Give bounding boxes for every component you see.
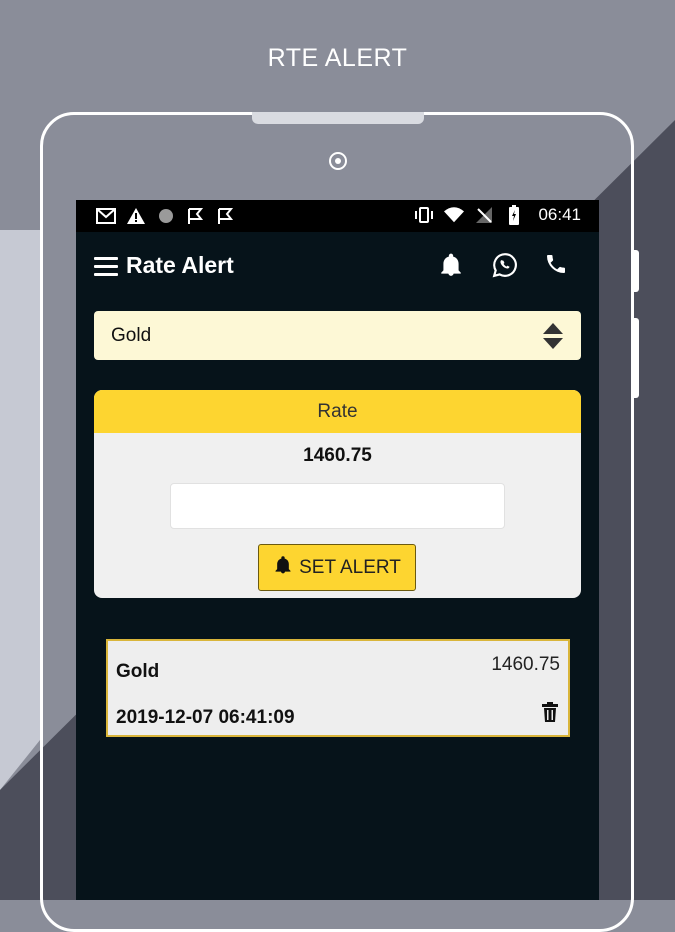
commodity-select-value: Gold: [111, 325, 152, 346]
warning-icon: [126, 206, 146, 226]
circle-icon: [156, 206, 176, 226]
app-screen: 06:41 Rate Alert Gold Rate 1460.75 SET A…: [76, 200, 599, 900]
rate-card: Rate 1460.75 SET ALERT: [94, 390, 581, 598]
alert-rate-input[interactable]: [170, 483, 505, 529]
no-signal-icon: [474, 205, 494, 225]
bell-icon[interactable]: [438, 252, 466, 280]
alert-rate: 1460.75: [491, 654, 560, 675]
current-rate-value: 1460.75: [303, 445, 372, 466]
commodity-select[interactable]: Gold: [94, 311, 581, 360]
camera-icon: [329, 152, 347, 170]
alert-timestamp: 2019-12-07 06:41:09: [116, 707, 295, 728]
vibrate-icon: [414, 205, 434, 225]
whatsapp-icon[interactable]: [492, 252, 520, 280]
list-item[interactable]: Gold 1460.75 2019-12-07 06:41:09: [106, 639, 570, 737]
battery-icon: [504, 205, 524, 225]
set-alert-label: SET ALERT: [299, 556, 401, 578]
set-alert-button[interactable]: SET ALERT: [258, 544, 416, 591]
tablet-notch: [252, 112, 424, 124]
flag-icon: [216, 206, 236, 226]
rate-card-header: Rate: [94, 390, 581, 433]
phone-icon[interactable]: [544, 252, 572, 280]
wifi-icon: [444, 205, 465, 225]
app-toolbar: Rate Alert: [76, 232, 599, 304]
app-title: Rate Alert: [126, 252, 234, 278]
flag-icon: [186, 206, 206, 226]
power-button: [633, 318, 639, 398]
hamburger-menu-icon[interactable]: [94, 257, 118, 277]
volume-button: [633, 250, 639, 292]
status-bar: 06:41: [76, 200, 599, 232]
status-clock: 06:41: [538, 205, 581, 224]
alert-commodity-name: Gold: [116, 661, 160, 682]
bell-icon: [273, 555, 293, 580]
updown-arrows-icon: [541, 322, 565, 350]
trash-icon[interactable]: [541, 702, 559, 722]
gmail-icon: [96, 206, 116, 226]
promo-headline: RTE ALERT: [267, 44, 408, 72]
